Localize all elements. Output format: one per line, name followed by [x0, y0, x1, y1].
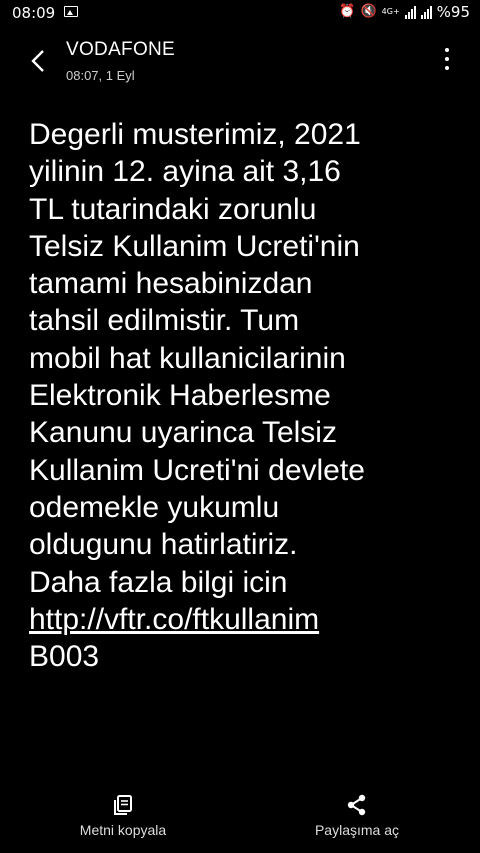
network-type-label: 4G+: [381, 7, 400, 16]
message-line: Telsiz Kullanim Ucreti'nin: [29, 229, 360, 263]
copy-text-label: Metni kopyala: [79, 822, 167, 838]
message-line: Daha fazla bilgi icin: [29, 565, 288, 599]
battery-percent: %95: [436, 3, 470, 21]
message-line: tahsil edilmistir. Tum: [29, 304, 300, 338]
status-time: 08:09: [12, 4, 56, 22]
message-line: yilinin 12. ayina ait 3,16: [29, 155, 341, 189]
message-line: mobil hat kullanicilarinin: [29, 341, 346, 375]
message-line: Degerli musterimiz, 2021: [29, 118, 361, 151]
alarm-icon: ⏰: [339, 4, 356, 19]
copy-text-button[interactable]: Metni kopyala: [23, 790, 223, 838]
message-body: Degerli musterimiz, 2021 yilinin 12. ayi…: [29, 116, 459, 675]
message-line: Kullanim Ucreti'ni devlete: [29, 453, 365, 487]
message-code: B003: [29, 640, 100, 674]
gallery-notification-icon: [64, 6, 78, 17]
status-bar: 08:09 ⏰ 🔇 4G+ %95: [0, 0, 480, 26]
message-line: oldugunu hatirlatiriz.: [29, 528, 298, 562]
mute-icon: 🔇: [360, 4, 377, 19]
signal-2-icon: [420, 5, 432, 19]
sender-name: VODAFONE: [66, 39, 176, 60]
share-label: Paylaşıma aç: [314, 822, 400, 838]
share-icon: [347, 794, 366, 816]
message-link[interactable]: http://vftr.co/ftkullanim: [29, 603, 319, 636]
status-icons: ⏰ 🔇 4G+ %95: [339, 3, 470, 21]
conversation-header: VODAFONE 08:07, 1 Eyl: [0, 34, 480, 90]
signal-icon: [404, 5, 416, 19]
message-datetime: 08:07, 1 Eyl: [66, 68, 135, 83]
more-options-icon[interactable]: [444, 48, 450, 70]
message-line: odemekle yukumlu: [29, 490, 280, 524]
bottom-action-bar: Metni kopyala Paylaşıma aç: [0, 790, 480, 850]
back-arrow-icon[interactable]: [26, 46, 50, 76]
message-line: tamami hesabinizdan: [29, 267, 313, 301]
copy-icon: [114, 795, 132, 815]
share-button[interactable]: Paylaşıma aç: [257, 790, 457, 838]
message-line: Kanunu uyarinca Telsiz: [29, 416, 337, 450]
message-line: Elektronik Haberlesme: [29, 379, 331, 413]
message-line: TL tutarindaki zorunlu: [29, 192, 317, 226]
